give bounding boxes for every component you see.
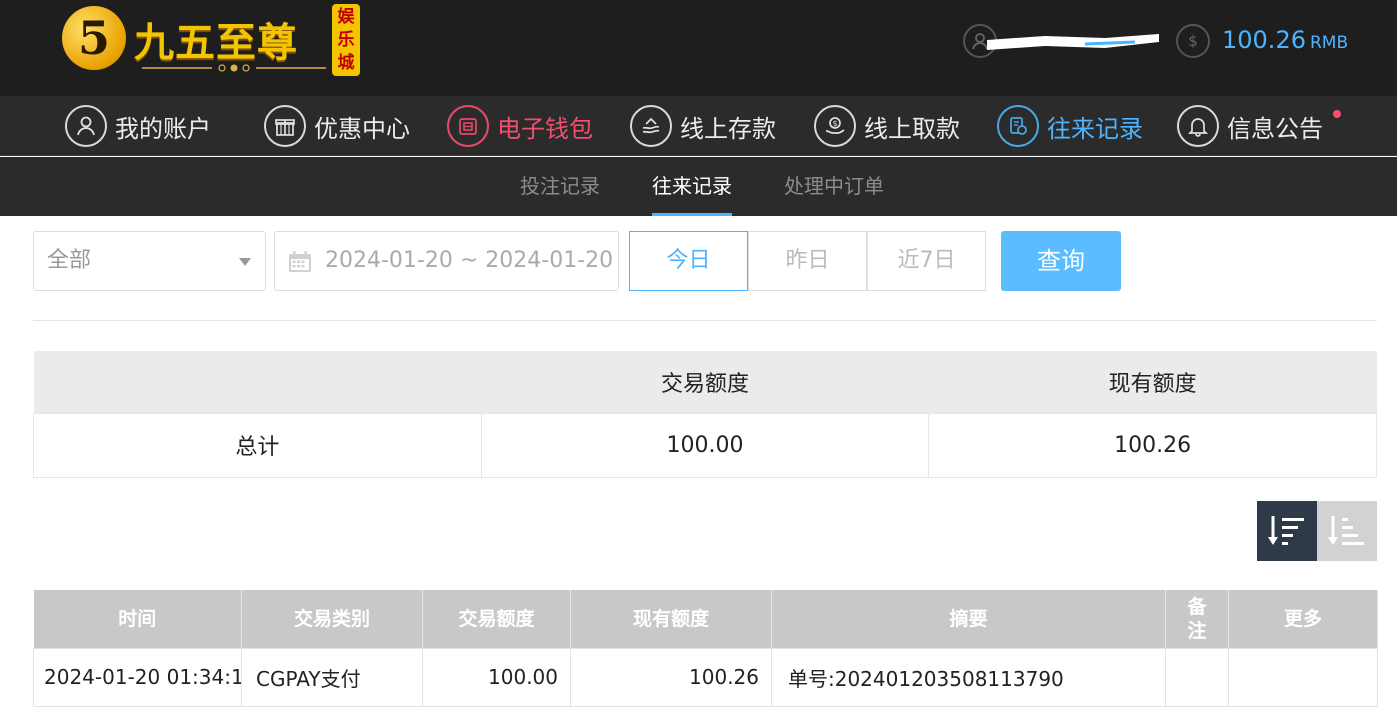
summary-header-trade: 交易额度: [481, 351, 929, 413]
logo-badge: 5: [62, 6, 126, 70]
transaction-type-select[interactable]: 全部: [33, 231, 266, 291]
cell-amount: 100.00: [422, 647, 571, 707]
deposit-icon: [630, 105, 672, 147]
col-header-type: 交易类别: [241, 590, 423, 648]
today-button[interactable]: 今日: [629, 231, 748, 291]
sort-ascending-icon: [1328, 516, 1364, 545]
nav-e-wallet[interactable]: 电子钱包: [447, 96, 593, 156]
divider: [33, 320, 1377, 321]
nav-announcements[interactable]: 信息公告: [1177, 96, 1341, 156]
balance-amount: 100.26 RMB: [1222, 26, 1349, 54]
withdraw-icon: $: [814, 105, 856, 147]
cell-remark: [1165, 647, 1229, 707]
user-icon: [65, 105, 107, 147]
sort-ascending-button[interactable]: [1317, 501, 1377, 561]
balance-display: $ 100.26 RMB: [1176, 24, 1376, 58]
dollar-icon: $: [1176, 24, 1210, 58]
summary-header-blank: [33, 351, 482, 413]
top-header: 5 九五至尊 娱 乐 城 $ 100.26 RMB: [0, 0, 1397, 96]
cell-type: CGPAY支付: [241, 647, 423, 707]
sort-descending-icon: [1268, 516, 1304, 545]
table-row: 2024-01-20 01:34:12 CGPAY支付 100.00 100.2…: [33, 647, 1378, 707]
calendar-icon: [289, 251, 311, 272]
tab-transaction-records[interactable]: 往来记录: [652, 157, 732, 216]
sub-nav: 投注记录 往来记录 处理中订单: [0, 157, 1397, 216]
svg-text:$: $: [1188, 32, 1198, 50]
logo-ornament-icon: [142, 64, 326, 72]
nav-transaction-records[interactable]: 往来记录: [997, 96, 1143, 156]
username-redaction: [987, 34, 1159, 50]
bell-icon: [1177, 105, 1219, 147]
col-header-amount: 交易额度: [422, 590, 571, 648]
cell-more[interactable]: [1228, 647, 1378, 707]
summary-current-amount: 100.26: [928, 412, 1377, 478]
yesterday-button[interactable]: 昨日: [748, 231, 867, 291]
col-header-remark: 备 注: [1165, 590, 1229, 648]
summary-row: 总计 100.00 100.26: [33, 412, 1377, 478]
nav-my-account[interactable]: 我的账户: [65, 96, 211, 156]
nav-online-deposit[interactable]: 线上存款: [630, 96, 776, 156]
quick-date-group: 今日 昨日 近7日: [629, 231, 986, 291]
query-button[interactable]: 查询: [1001, 231, 1121, 291]
main-nav: 我的账户 优惠中心 电子钱包 线上存款 $ 线上取款 往来记录 信息公告: [0, 96, 1397, 156]
summary-total-label: 总计: [33, 412, 482, 478]
summary-trade-amount: 100.00: [480, 412, 930, 478]
site-logo[interactable]: 5 九五至尊 娱 乐 城: [62, 2, 362, 78]
date-range-picker[interactable]: 2024-01-20 ~ 2024-01-20: [274, 231, 619, 291]
tab-pending-orders[interactable]: 处理中订单: [784, 157, 884, 216]
nav-promotions[interactable]: 优惠中心: [264, 96, 410, 156]
logo-text: 九五至尊: [134, 19, 298, 66]
tab-bet-records[interactable]: 投注记录: [520, 157, 600, 216]
cell-summary: 单号:20240120350811379​0: [771, 647, 1166, 707]
summary-table: 交易额度 现有额度 总计 100.00 100.26: [33, 351, 1377, 478]
nav-online-withdraw[interactable]: $ 线上取款: [814, 96, 960, 156]
summary-header-current: 现有额度: [928, 351, 1377, 413]
records-table: 时间 交易类别 交易额度 现有额度 摘要 备 注 更多 2024-01-20 0…: [33, 590, 1378, 707]
wallet-icon: [447, 105, 489, 147]
col-header-time: 时间: [33, 590, 242, 648]
col-header-summary: 摘要: [771, 590, 1166, 648]
cell-balance: 100.26: [570, 647, 772, 707]
last-7-days-button[interactable]: 近7日: [867, 231, 986, 291]
notification-dot: [1333, 110, 1341, 118]
col-header-more: 更多: [1228, 590, 1378, 648]
svg-text:$: $: [832, 119, 837, 128]
user-account[interactable]: [963, 24, 1163, 58]
sort-descending-button[interactable]: [1257, 501, 1317, 561]
logo-subtitle: 娱 乐 城: [332, 4, 360, 76]
caret-down-icon: [239, 258, 251, 266]
balance-unit: RMB: [1309, 33, 1349, 53]
date-range-value: 2024-01-20 ~ 2024-01-20: [325, 248, 614, 273]
col-header-balance: 现有额度: [570, 590, 772, 648]
records-icon: [997, 105, 1039, 147]
gift-icon: [264, 105, 306, 147]
cell-time: 2024-01-20 01:34:12: [33, 647, 242, 707]
